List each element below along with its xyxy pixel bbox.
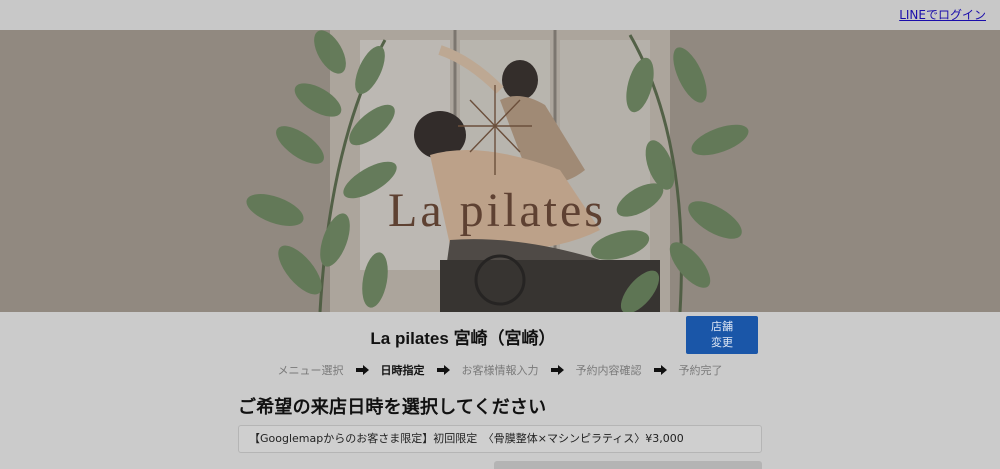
booking-steps: メニュー選択 日時指定 お客様情報入力 予約内容確認 予約完了 bbox=[0, 362, 1000, 378]
step-menu-select: メニュー選択 bbox=[277, 364, 344, 377]
arrow-right-icon bbox=[550, 365, 564, 375]
calendar-header bbox=[494, 461, 762, 469]
arrow-right-icon bbox=[436, 365, 450, 375]
step-complete: 予約完了 bbox=[678, 364, 723, 377]
step-customer-info: お客様情報入力 bbox=[461, 364, 539, 377]
step-confirm: 予約内容確認 bbox=[575, 364, 642, 377]
step-datetime: 日時指定 bbox=[380, 364, 425, 377]
hero-image: La pilates bbox=[0, 30, 1000, 312]
change-store-button[interactable]: 店舗 変更 bbox=[686, 316, 758, 354]
line-login-link[interactable]: LINEでログイン bbox=[899, 6, 986, 23]
selected-menu-box: 【Googlemapからのお客さま限定】初回限定 〈骨膜整体×マシンピラティス〉… bbox=[238, 425, 762, 453]
arrow-right-icon bbox=[355, 365, 369, 375]
hero-banner: La pilates bbox=[0, 30, 1000, 312]
selected-menu-text: 【Googlemapからのお客さま限定】初回限定 〈骨膜整体×マシンピラティス〉… bbox=[249, 432, 684, 445]
arrow-right-icon bbox=[653, 365, 667, 375]
page-heading: ご希望の来店日時を選択してください bbox=[238, 397, 547, 418]
shop-title: La pilates 宮崎（宮崎） bbox=[370, 329, 556, 348]
top-bar: LINEでログイン bbox=[0, 0, 1000, 30]
